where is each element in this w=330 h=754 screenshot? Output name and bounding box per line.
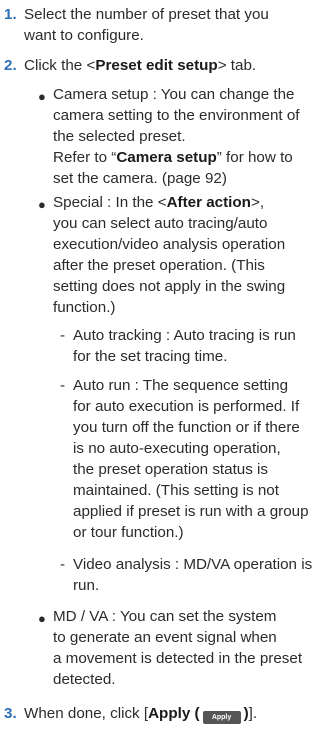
special-line-1: Special : In the <After action>, — [53, 192, 285, 213]
dash-auto-run: - — [60, 377, 66, 394]
special-line-4: after the preset operation. (This — [53, 257, 265, 274]
bullet-camera-setup: ● — [38, 89, 46, 104]
special-line-5: setting does not apply in the swing — [53, 278, 286, 295]
auto-run-line-5: the preset operation status is — [73, 461, 269, 478]
video-analysis-text: Video analysis : MD/VA operation is run. — [73, 554, 312, 596]
step-3-text: When done, click [Apply (Apply)]. — [24, 703, 257, 724]
md-va-line-2: to generate an event signal when — [53, 629, 277, 646]
auto-run-line-3: you turn off the function or if there — [73, 419, 300, 436]
dash-auto-tracking: - — [60, 327, 66, 344]
auto-run-text: Auto run : The sequence setting for auto… — [73, 375, 309, 543]
camera-setup-ref-line: Refer to “Camera setup” for how to — [53, 147, 300, 168]
apply-button[interactable]: Apply — [202, 711, 241, 724]
camera-setup-line-2: camera setting to the environment of — [53, 107, 300, 124]
auto-tracking-line-2: for the set tracing time. — [73, 348, 228, 365]
bullet-special: ● — [38, 197, 46, 212]
step-1-line-1: Select the number of preset that you — [24, 6, 269, 23]
step-1-text: Select the number of preset that you wan… — [24, 4, 269, 46]
md-va-text: MD / VA : You can set the system to gene… — [53, 606, 302, 690]
step-2-post: > tab. — [217, 57, 257, 74]
special-post: >, — [250, 194, 265, 211]
bullet-md-va: ● — [38, 611, 46, 626]
step-2-line: Click the <Preset edit setup> tab. — [24, 55, 256, 76]
step-3-line: When done, click [Apply (Apply)]. — [24, 703, 257, 724]
camera-setup-ref-pre: Refer to “ — [53, 149, 117, 166]
special-line-2: you can select auto tracing/auto — [53, 215, 268, 232]
video-analysis-line-2: run. — [73, 577, 100, 594]
camera-setup-text: Camera setup : You can change the camera… — [53, 84, 300, 189]
camera-setup-ref-line-2: set the camera. (page 92) — [53, 170, 227, 187]
step-1-number: 1. — [4, 6, 17, 23]
special-text: Special : In the <After action>, you can… — [53, 192, 285, 318]
step-3-post: ]. — [248, 705, 258, 722]
special-bold: After action — [166, 194, 251, 211]
camera-setup-ref-bold: Camera setup — [116, 149, 217, 166]
auto-run-line-7: applied if preset is run with a group — [73, 503, 309, 520]
manual-page: 1. Select the number of preset that you … — [0, 0, 330, 754]
auto-run-line-6: maintained. (This setting is not — [73, 482, 279, 499]
step-3-pre: When done, click [ — [24, 705, 149, 722]
auto-tracking-text: Auto tracking : Auto tracing is run for … — [73, 325, 296, 367]
md-va-line-4: detected. — [53, 671, 116, 688]
auto-run-line-1: Auto run : The sequence setting — [73, 377, 289, 394]
special-pre: Special : In the < — [53, 194, 167, 211]
step-2-number: 2. — [4, 57, 17, 74]
step-3-bold: Apply ( — [148, 705, 200, 722]
auto-run-line-8: or tour function.) — [73, 524, 184, 541]
md-va-line-1: MD / VA : You can set the system — [53, 608, 277, 625]
md-va-line-3: a movement is detected in the preset — [53, 650, 303, 667]
step-2-text: Click the <Preset edit setup> tab. — [24, 55, 256, 76]
special-line-6: function.) — [53, 299, 116, 316]
camera-setup-ref-post: ” for how to — [216, 149, 293, 166]
camera-setup-line-1: Camera setup : You can change the — [53, 86, 295, 103]
video-analysis-line-1: Video analysis : MD/VA operation is — [73, 556, 313, 573]
step-2-pre: Click the < — [24, 57, 96, 74]
auto-run-line-4: is no auto-executing operation, — [73, 440, 281, 457]
camera-setup-line-3: the selected preset. — [53, 128, 186, 145]
step-1-line-2: want to configure. — [24, 27, 144, 44]
auto-tracking-line-1: Auto tracking : Auto tracing is run — [73, 327, 296, 344]
step-2-bold: Preset edit setup — [95, 57, 218, 74]
auto-run-line-2: for auto execution is performed. If — [73, 398, 300, 415]
special-line-3: execution/video analysis operation — [53, 236, 286, 253]
step-3-number: 3. — [4, 705, 17, 722]
dash-video-analysis: - — [60, 556, 66, 573]
